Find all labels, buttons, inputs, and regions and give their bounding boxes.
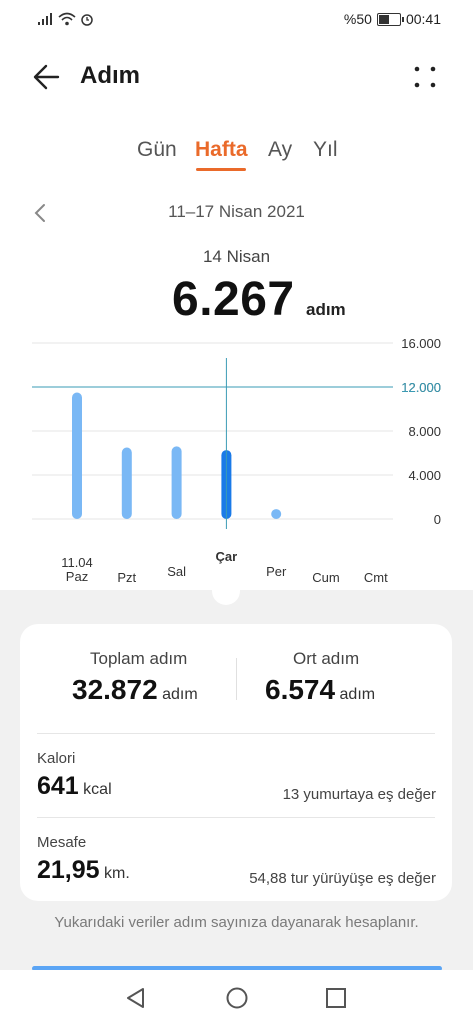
tab-month[interactable]: Ay	[268, 138, 292, 162]
total-steps-label: Toplam adım	[90, 649, 188, 668]
x-tick-label[interactable]: Cum	[312, 570, 339, 585]
x-tick-label[interactable]: Cmt	[364, 570, 388, 585]
selected-step-count: 6.267	[172, 273, 295, 326]
chart-bar[interactable]	[121, 447, 132, 520]
tab-year[interactable]: Yıl	[313, 138, 338, 162]
summary-divider	[37, 733, 435, 734]
x-tick-label[interactable]: Pzt	[117, 570, 136, 585]
battery-icon	[376, 12, 404, 26]
status-bar: %50 00:41	[0, 0, 473, 38]
avg-steps-value: 6.574	[265, 674, 336, 705]
summary-divider-vertical	[236, 658, 237, 700]
total-steps-value: 32.872	[72, 674, 158, 705]
nav-home-icon[interactable]	[225, 986, 249, 1010]
status-icons-left	[38, 12, 94, 26]
page-title: Adım	[80, 62, 140, 89]
calories-label: Kalori	[37, 750, 76, 767]
status-icons-right: %50 00:41	[344, 11, 441, 27]
back-arrow-icon[interactable]	[30, 60, 64, 94]
x-date-label: 11.04	[61, 555, 93, 570]
goal-label: 12.000	[401, 380, 441, 395]
wifi-icon	[58, 12, 76, 26]
weekly-steps-chart[interactable]: 16.00012.0008.0004.000012.000Paz Pzt SalÇa…	[0, 330, 473, 600]
distance-label: Mesafe	[37, 834, 87, 851]
x-tick-label[interactable]: Paz	[66, 569, 88, 584]
distance: 21,95 km.	[37, 856, 130, 885]
calories-value: 641	[37, 772, 79, 800]
footnote: Yukarıdaki veriler adım sayınıza dayanar…	[54, 914, 419, 931]
calories: 641 kcal	[37, 772, 112, 801]
calories-note: 13 yumurtaya eş değer	[282, 786, 436, 803]
alarm-icon	[81, 14, 93, 26]
avg-steps-unit: adım	[339, 686, 376, 703]
tab-week[interactable]: Hafta	[195, 138, 248, 162]
summary-divider	[37, 817, 435, 818]
distance-unit: km.	[104, 865, 130, 882]
x-tick-label[interactable]: Sal	[167, 564, 186, 579]
chart-bar[interactable]	[271, 509, 282, 519]
y-tick-label: 8.000	[408, 424, 441, 439]
active-tab-indicator	[196, 168, 246, 171]
x-tick-label[interactable]: Çar	[216, 549, 238, 564]
battery-percent: %50	[343, 11, 372, 27]
tab-day[interactable]: Gün	[137, 138, 177, 162]
selected-date: 14 Nisan	[202, 247, 271, 266]
avg-steps-label: Ort adım	[293, 649, 360, 668]
y-tick-label: 0	[434, 512, 441, 527]
nav-recents-icon[interactable]	[325, 987, 347, 1009]
y-tick-label: 4.000	[408, 468, 441, 483]
total-steps-unit: adım	[162, 686, 198, 703]
y-tick-label: 16.000	[401, 336, 441, 351]
signal-icon	[38, 13, 52, 25]
total-steps: 32.872 adım	[72, 674, 198, 706]
status-time: 00:41	[405, 11, 441, 27]
summary-card: Toplam adım 32.872 adım Ort adım 6.574 a…	[20, 624, 452, 901]
distance-value: 21,95	[37, 856, 100, 884]
chart-bar[interactable]	[72, 392, 82, 520]
chart-drag-handle[interactable]	[212, 577, 240, 605]
more-vertical-icon[interactable]	[410, 62, 440, 92]
selected-step-unit: adım	[306, 300, 346, 319]
nav-back-icon[interactable]	[124, 986, 148, 1010]
distance-note: 54,88 tur yürüyüşe eş değer	[249, 870, 436, 887]
system-nav-bar	[0, 970, 473, 1024]
chart-bar[interactable]	[171, 446, 182, 519]
x-tick-label[interactable]: Per	[266, 564, 287, 579]
date-range: 11–17 Nisan 2021	[168, 202, 305, 221]
avg-steps: 6.574 adım	[265, 674, 375, 706]
calories-unit: kcal	[83, 781, 112, 798]
